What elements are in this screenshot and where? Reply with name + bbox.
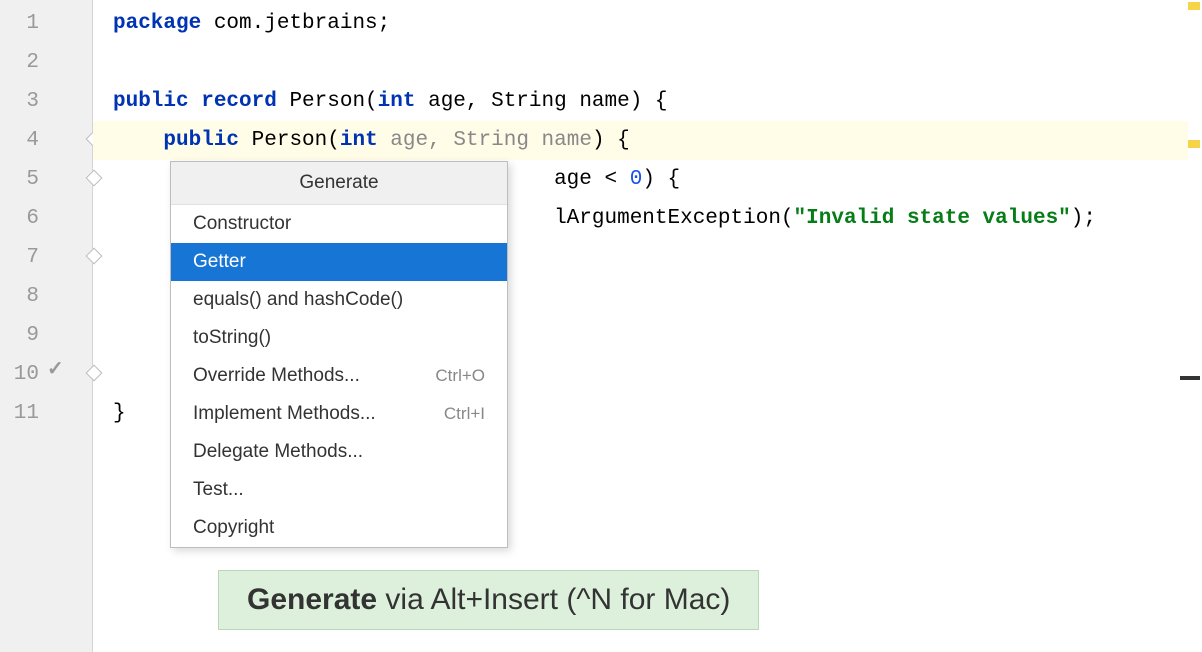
popup-item-label: Copyright	[193, 517, 274, 539]
line-number-11: 11	[9, 394, 39, 433]
popup-item-label: Override Methods...	[193, 365, 360, 387]
generate-popup: Generate Constructor Getter equals() and…	[170, 161, 508, 548]
popup-item-label: Test...	[193, 479, 244, 501]
keyword-int: int	[378, 90, 416, 113]
comma: ,	[428, 129, 453, 152]
popup-item-delegate[interactable]: Delegate Methods...	[171, 433, 507, 471]
popup-shortcut: Ctrl+I	[444, 404, 485, 424]
line-number-6: 6	[9, 199, 39, 238]
semicolon: ;	[378, 12, 391, 35]
line-number-8: 8	[9, 277, 39, 316]
line-number-7: 7	[9, 238, 39, 277]
keyword-public: public	[113, 90, 201, 113]
close-paren: ) {	[592, 129, 630, 152]
close: ) {	[642, 168, 680, 191]
keyword-public: public	[163, 129, 239, 152]
param-age: age	[378, 129, 428, 152]
popup-item-label: equals() and hashCode()	[193, 289, 403, 311]
param-string: String name) {	[479, 90, 668, 113]
popup-item-tostring[interactable]: toString()	[171, 319, 507, 357]
param-age: age,	[415, 90, 478, 113]
keyword-record: record	[201, 90, 277, 113]
gutter: 1 2 3 4 5 6 7 8 9 10 11 ✓	[0, 0, 93, 652]
popup-item-override[interactable]: Override Methods... Ctrl+O	[171, 357, 507, 395]
popup-item-label: Getter	[193, 251, 246, 273]
keyword-package: package	[113, 12, 201, 35]
string-literal: "Invalid state values"	[794, 207, 1071, 230]
indent	[113, 129, 163, 152]
popup-item-label: Implement Methods...	[193, 403, 376, 425]
checkmark-icon: ✓	[47, 356, 64, 381]
keyword-int: int	[340, 129, 378, 152]
line-number-10: 10	[9, 355, 39, 394]
number-zero: 0	[630, 168, 643, 191]
closing-brace: }	[113, 402, 126, 425]
warning-marker[interactable]	[1188, 140, 1200, 148]
constructor-name: Person(	[239, 129, 340, 152]
class-name: Person(	[277, 90, 378, 113]
line-number-9: 9	[9, 316, 39, 355]
hint-rest: via Alt+Insert (^N for Mac)	[377, 583, 730, 616]
popup-item-label: toString()	[193, 327, 271, 349]
hint-bold: Generate	[247, 583, 377, 616]
popup-item-equals-hashcode[interactable]: equals() and hashCode()	[171, 281, 507, 319]
marker[interactable]	[1180, 376, 1200, 380]
popup-header: Generate	[171, 162, 507, 205]
line-number-2: 2	[9, 43, 39, 82]
warning-marker[interactable]	[1188, 2, 1200, 10]
package-name: com.jetbrains	[201, 12, 377, 35]
line-number-1: 1	[9, 4, 39, 43]
popup-item-getter[interactable]: Getter	[171, 243, 507, 281]
popup-shortcut: Ctrl+O	[435, 366, 485, 386]
code-line-4[interactable]: public Person(int age, String name) {	[93, 121, 1202, 160]
popup-item-implement[interactable]: Implement Methods... Ctrl+I	[171, 395, 507, 433]
error-stripe[interactable]	[1188, 0, 1202, 652]
partial-code: lArgumentException(	[554, 207, 793, 230]
popup-item-test[interactable]: Test...	[171, 471, 507, 509]
code-line-3[interactable]: public record Person(int age, String nam…	[93, 82, 1202, 121]
line-number-3: 3	[9, 82, 39, 121]
close: );	[1071, 207, 1096, 230]
line-number-4: 4	[9, 121, 39, 160]
line-number-5: 5	[9, 160, 39, 199]
popup-item-label: Constructor	[193, 213, 291, 235]
hint-box: Generate via Alt+Insert (^N for Mac)	[218, 570, 759, 630]
popup-item-label: Delegate Methods...	[193, 441, 363, 463]
code-line-1[interactable]: package com.jetbrains;	[93, 4, 1202, 43]
param-string: String name	[453, 129, 592, 152]
popup-item-copyright[interactable]: Copyright	[171, 509, 507, 547]
partial-code: age <	[554, 168, 630, 191]
popup-item-constructor[interactable]: Constructor	[171, 205, 507, 243]
